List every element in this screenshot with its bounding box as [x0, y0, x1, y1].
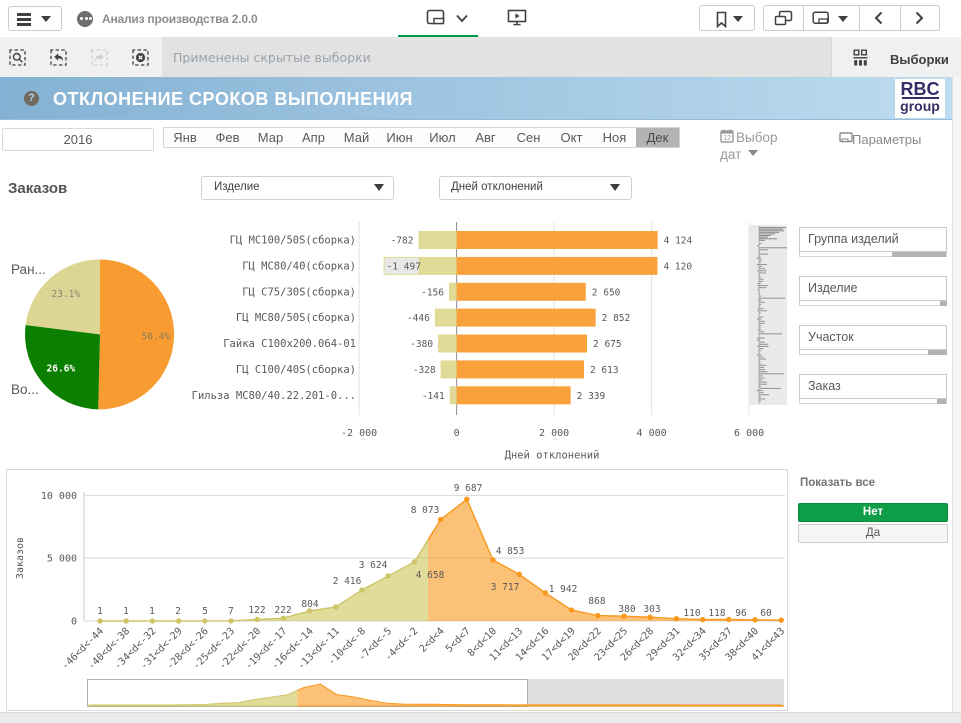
svg-text:ГЦ С100/40S(сборка): ГЦ С100/40S(сборка)	[236, 364, 356, 376]
svg-text:60: 60	[760, 608, 772, 619]
svg-text:2 613: 2 613	[590, 365, 619, 376]
svg-text:23.1%: 23.1%	[52, 289, 81, 300]
svg-text:122: 122	[248, 605, 265, 616]
svg-text:Заказов: Заказов	[15, 537, 26, 579]
svg-text:4 658: 4 658	[416, 570, 445, 581]
svg-text:10 000: 10 000	[41, 491, 77, 502]
svg-text:-1 497: -1 497	[387, 261, 421, 272]
svg-text:1: 1	[149, 606, 155, 617]
svg-text:Гайка С100х200.064-01: Гайка С100х200.064-01	[223, 338, 356, 350]
svg-text:2 852: 2 852	[602, 313, 631, 324]
svg-text:12: 12	[723, 135, 731, 142]
svg-text:96: 96	[735, 608, 747, 619]
svg-text:6 000: 6 000	[734, 428, 764, 439]
svg-text:380: 380	[618, 604, 635, 615]
svg-text:0: 0	[454, 428, 460, 439]
svg-text:4 124: 4 124	[664, 236, 693, 247]
svg-text:-782: -782	[391, 236, 414, 247]
svg-text:868: 868	[588, 596, 605, 607]
svg-text:Дней отклонений: Дней отклонений	[505, 450, 600, 462]
svg-text:5 000: 5 000	[47, 554, 77, 565]
svg-text:2 416: 2 416	[333, 576, 362, 587]
svg-text:4 000: 4 000	[637, 428, 667, 439]
svg-text:50.4%: 50.4%	[142, 332, 171, 343]
svg-text:7: 7	[228, 606, 234, 617]
svg-text:2 339: 2 339	[577, 391, 606, 402]
svg-text:303: 303	[643, 604, 660, 615]
svg-text:2 675: 2 675	[593, 339, 622, 350]
svg-text:Гильза МС80/40.22.201-0...: Гильза МС80/40.22.201-0...	[192, 390, 356, 402]
svg-text:1: 1	[97, 606, 103, 617]
svg-text:8 073: 8 073	[411, 505, 440, 516]
svg-text:-141: -141	[422, 391, 445, 402]
svg-text:5: 5	[202, 606, 208, 617]
svg-text:3 717: 3 717	[491, 582, 520, 593]
svg-text:222: 222	[274, 605, 291, 616]
svg-text:-2 000: -2 000	[341, 428, 377, 439]
svg-text:-328: -328	[413, 365, 436, 376]
svg-text:2<d<4: 2<d<4	[418, 626, 447, 655]
svg-text:2 650: 2 650	[592, 287, 621, 298]
svg-text:0: 0	[71, 617, 77, 628]
svg-text:1 942: 1 942	[549, 584, 578, 595]
svg-text:26.6%: 26.6%	[47, 364, 76, 375]
svg-text:Во...: Во...	[11, 382, 39, 397]
svg-text:ГЦ С75/30S(сборка): ГЦ С75/30S(сборка)	[242, 286, 356, 298]
svg-text:9 687: 9 687	[454, 483, 483, 494]
svg-text:ГЦ МС100/50S(сборка): ГЦ МС100/50S(сборка)	[230, 235, 356, 247]
svg-text:-446: -446	[407, 313, 430, 324]
svg-text:2: 2	[175, 606, 181, 617]
svg-text:4 853: 4 853	[496, 546, 525, 557]
svg-text:118: 118	[708, 608, 725, 619]
svg-text:804: 804	[301, 599, 318, 610]
svg-text:3 624: 3 624	[359, 560, 388, 571]
svg-text:1: 1	[123, 606, 129, 617]
svg-text:ГЦ МС80/50S(сборка): ГЦ МС80/50S(сборка)	[236, 312, 356, 324]
svg-text:-156: -156	[421, 287, 444, 298]
svg-text:4 120: 4 120	[663, 261, 692, 272]
svg-text:Ран...: Ран...	[11, 262, 46, 277]
svg-text:ГЦ МС80/40(сборка): ГЦ МС80/40(сборка)	[242, 260, 356, 272]
svg-text:-380: -380	[410, 339, 433, 350]
svg-text:2 000: 2 000	[539, 428, 569, 439]
svg-text:110: 110	[683, 608, 700, 619]
